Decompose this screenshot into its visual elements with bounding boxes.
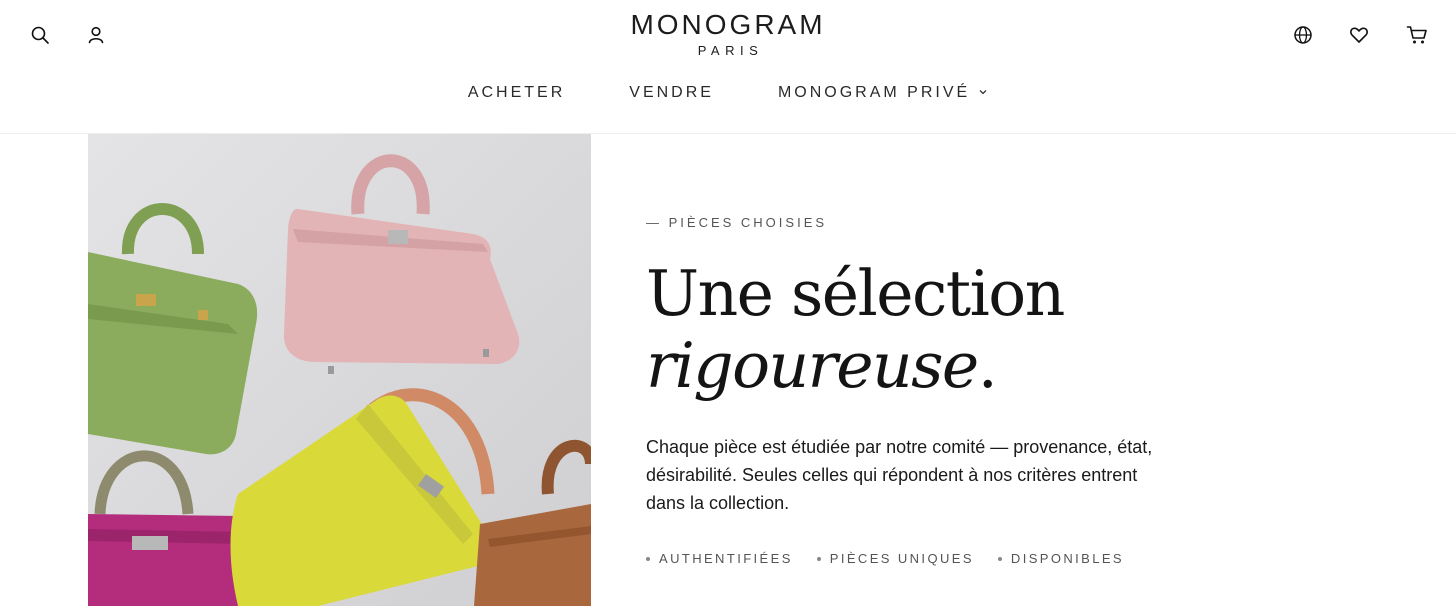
hero-image bbox=[88, 134, 591, 606]
nav-item-label: ACHETER bbox=[467, 84, 566, 101]
headline-line2-italic: rigoureuse bbox=[646, 329, 979, 402]
heart-icon[interactable] bbox=[1344, 20, 1374, 50]
bullet-dot bbox=[816, 556, 821, 561]
cart-icon[interactable] bbox=[1402, 20, 1432, 50]
logo-wordmark: MONOGRAM bbox=[630, 9, 826, 40]
tag-authentifiees: AUTHENTIFIÉES bbox=[646, 551, 793, 566]
nav-item-label: VENDRE bbox=[629, 84, 714, 101]
site-header: MONOGRAM PARIS ACHETER VENDRE MONOGRAM P… bbox=[0, 0, 1456, 134]
tag-label: PIÈCES UNIQUES bbox=[829, 551, 974, 566]
hero-body: Chaque pièce est étudiée par notre comit… bbox=[646, 437, 1153, 513]
headline-line1: Une sélection bbox=[646, 257, 1065, 330]
nav-item-label: MONOGRAM PRIVÉ bbox=[777, 84, 971, 101]
bullet-dot bbox=[646, 556, 650, 561]
nav-item-vendre[interactable]: VENDRE bbox=[629, 82, 714, 104]
hero-headline: Une sélection rigoureuse. bbox=[646, 257, 1065, 402]
tag-disponibles: DISPONIBLES bbox=[997, 551, 1125, 566]
tag-pieces-uniques: PIÈCES UNIQUES bbox=[816, 551, 974, 566]
feature-tags: AUTHENTIFIÉES PIÈCES UNIQUES DISPONIBLES bbox=[646, 551, 1148, 566]
section-eyebrow: — PIÈCES CHOISIES bbox=[646, 215, 828, 230]
tag-label: DISPONIBLES bbox=[1010, 551, 1125, 566]
brand-logo[interactable]: MONOGRAM PARIS bbox=[0, 9, 1456, 58]
bullet-dot bbox=[997, 556, 1002, 561]
nav-item-acheter[interactable]: ACHETER bbox=[468, 82, 565, 104]
logo-subtitle: PARIS bbox=[697, 43, 764, 58]
main-nav: ACHETER VENDRE MONOGRAM PRIVÉ bbox=[0, 82, 1456, 104]
nav-item-monogram-prive[interactable]: MONOGRAM PRIVÉ bbox=[778, 82, 988, 104]
globe-icon[interactable] bbox=[1288, 20, 1318, 50]
headline-line2-end: . bbox=[977, 329, 998, 402]
chevron-down-icon bbox=[978, 82, 988, 104]
tag-label: AUTHENTIFIÉES bbox=[659, 551, 793, 566]
